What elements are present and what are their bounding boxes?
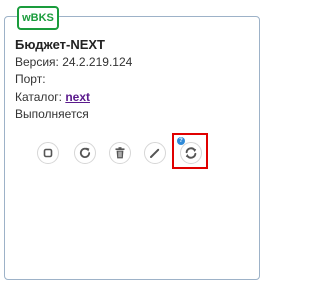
version-value: 24.2.219.124 [62, 54, 133, 69]
port-label: Порт: [15, 72, 46, 86]
stop-button[interactable] [37, 142, 59, 164]
edit-button[interactable] [144, 142, 166, 164]
service-title: Бюджет-NEXT [15, 37, 105, 52]
restart-icon [78, 146, 92, 160]
catalog-link[interactable]: next [65, 90, 90, 104]
catalog-row: Каталог: next [15, 89, 132, 107]
restart-button[interactable] [74, 142, 96, 164]
stop-icon [42, 147, 54, 159]
pencil-icon [148, 146, 162, 160]
catalog-label: Каталог: [15, 89, 62, 104]
version-row: Версия: 24.2.219.124 [15, 54, 132, 72]
service-type-badge: wBKS [17, 6, 59, 30]
delete-button[interactable] [109, 142, 131, 164]
service-info: Бюджет-NEXT Версия: 24.2.219.124 Порт: К… [15, 36, 132, 124]
version-label: Версия: [15, 54, 59, 69]
status-text: Выполняется [15, 107, 89, 121]
trash-icon [113, 146, 127, 160]
port-row: Порт: [15, 71, 132, 89]
update-available-indicator: ? [177, 137, 185, 145]
